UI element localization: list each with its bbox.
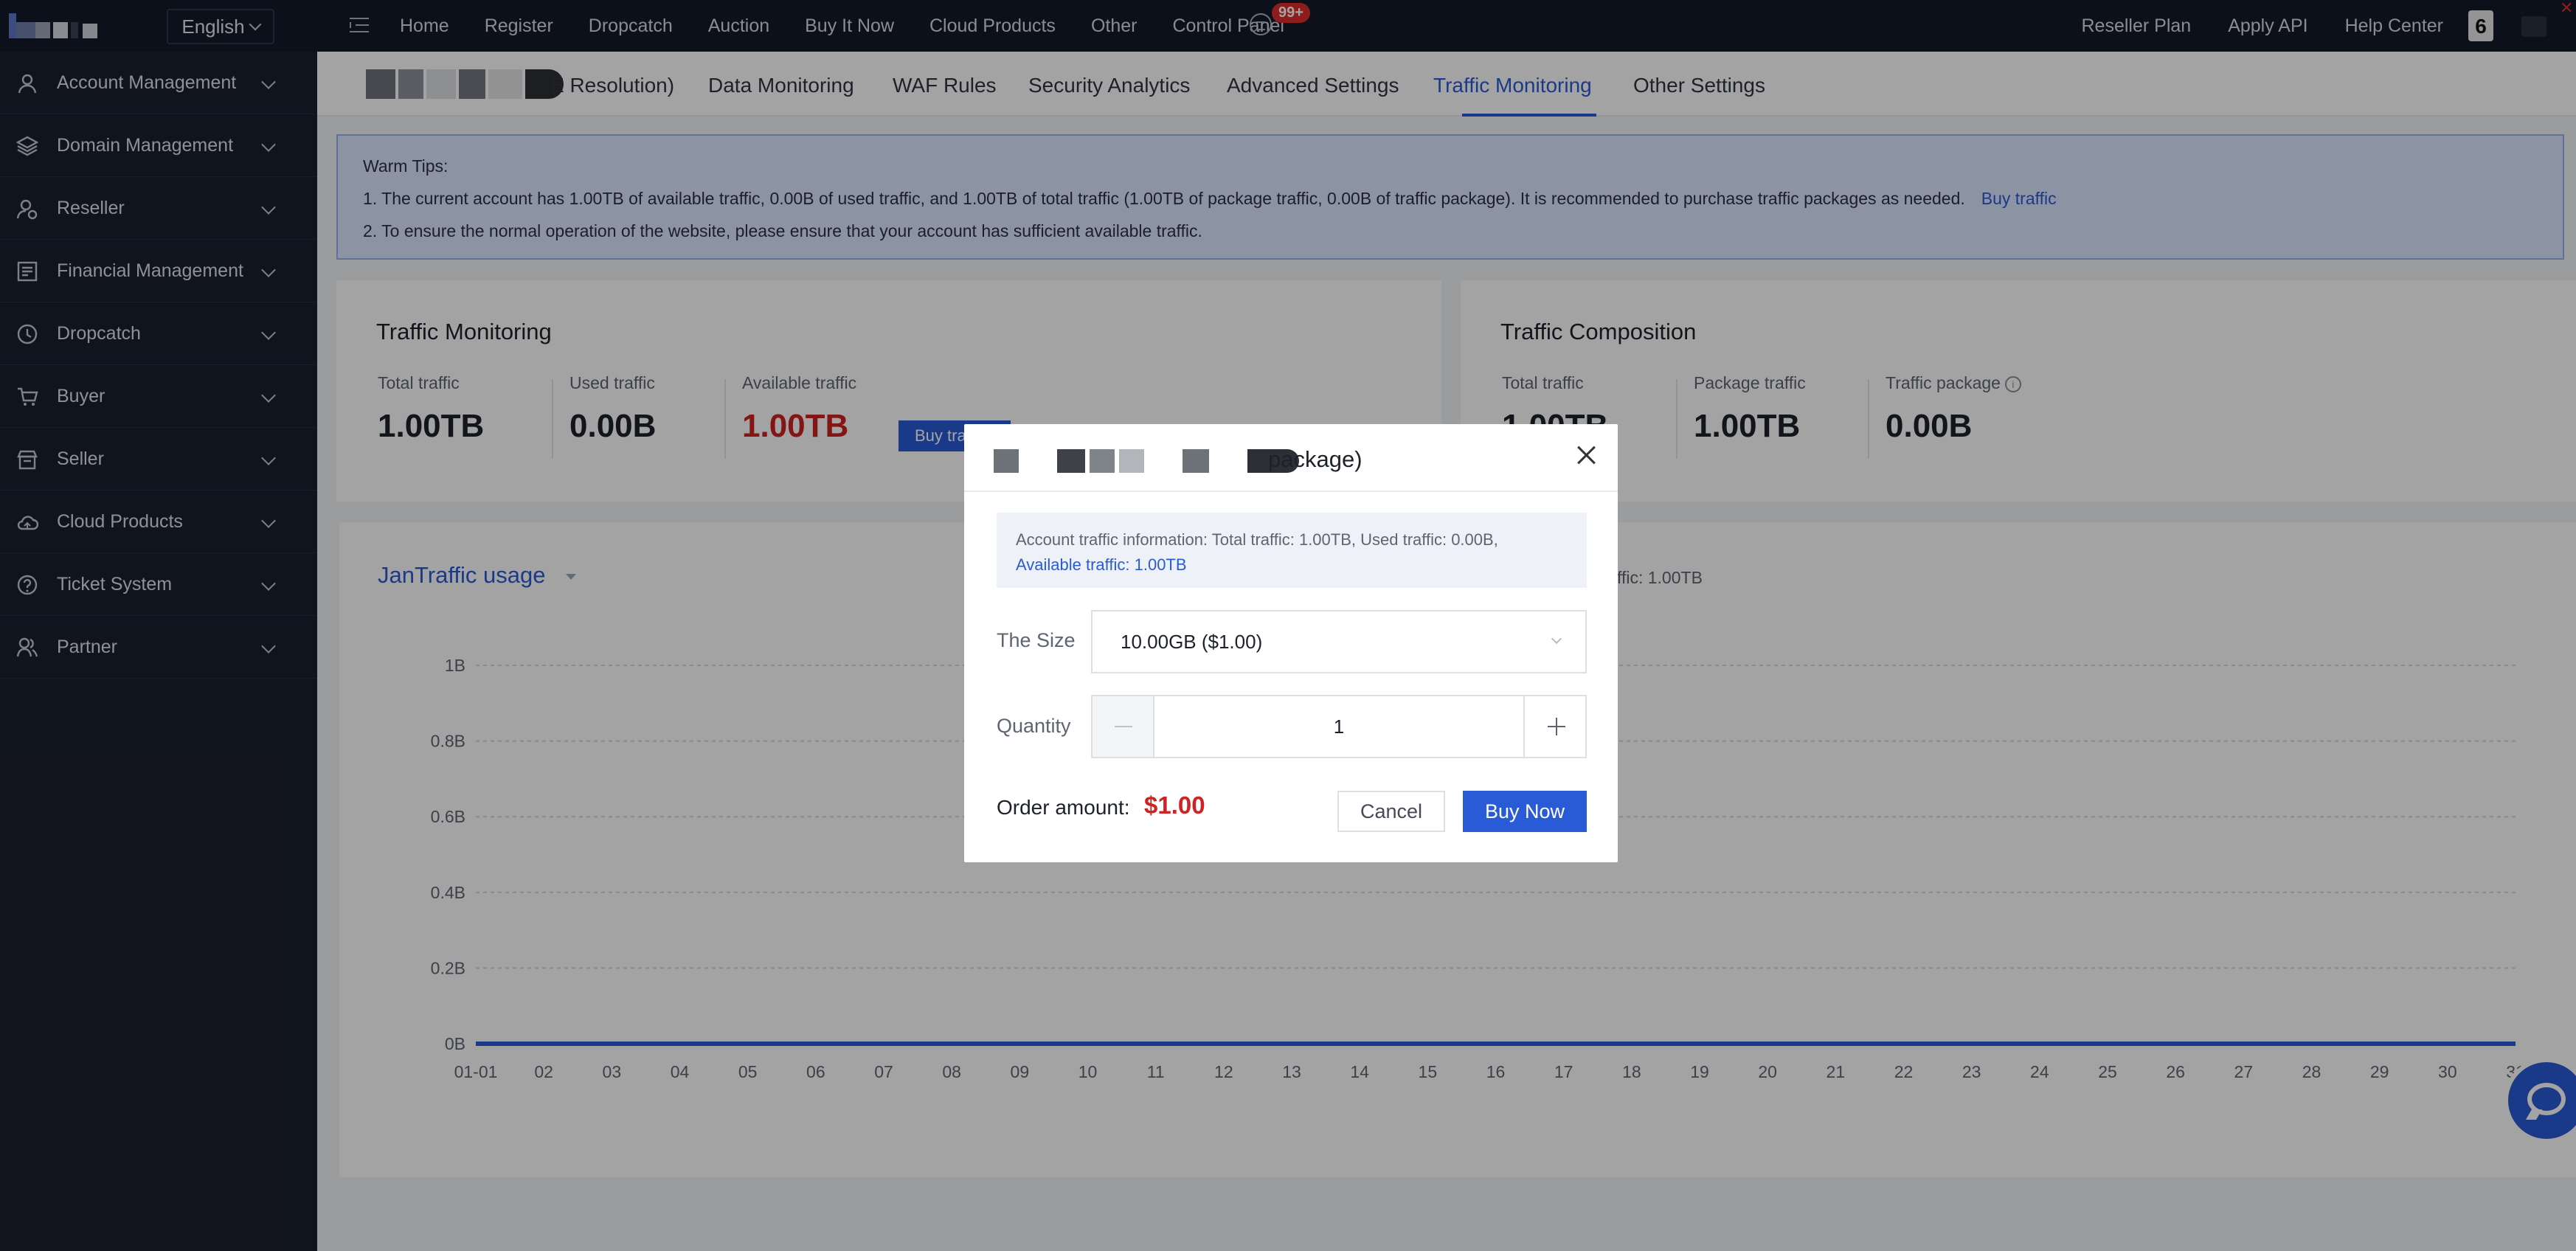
plus-icon-vertical [1556,718,1557,735]
redacted-dialog-title [994,449,1299,473]
cancel-button[interactable]: Cancel [1337,791,1445,832]
dialog-header: package) [964,424,1618,492]
available-traffic-text: Available traffic: 1.00TB [1016,555,1187,574]
quantity-label: Quantity [997,715,1071,737]
chevron-down-icon [1551,633,1562,645]
size-label: The Size [997,629,1076,651]
close-icon[interactable] [1573,442,1600,468]
account-traffic-info: Account traffic information: Total traff… [997,513,1587,588]
quantity-stepper: 1 [1091,695,1587,758]
dialog-title: package) [1268,446,1363,472]
order-amount-value: $1.00 [1144,791,1205,819]
decrement-button[interactable] [1093,696,1154,757]
minus-icon [1115,726,1132,727]
buy-traffic-package-dialog: package) Account traffic information: To… [964,424,1618,862]
increment-button[interactable] [1523,696,1587,757]
buy-now-button[interactable]: Buy Now [1463,791,1587,832]
info-text: Account traffic information: Total traff… [1016,530,1498,549]
order-amount-label: Order amount: [997,796,1130,819]
quantity-input[interactable]: 1 [1154,696,1523,757]
size-select-value: 10.00GB ($1.00) [1121,631,1263,653]
size-select[interactable]: 10.00GB ($1.00) [1091,610,1587,673]
